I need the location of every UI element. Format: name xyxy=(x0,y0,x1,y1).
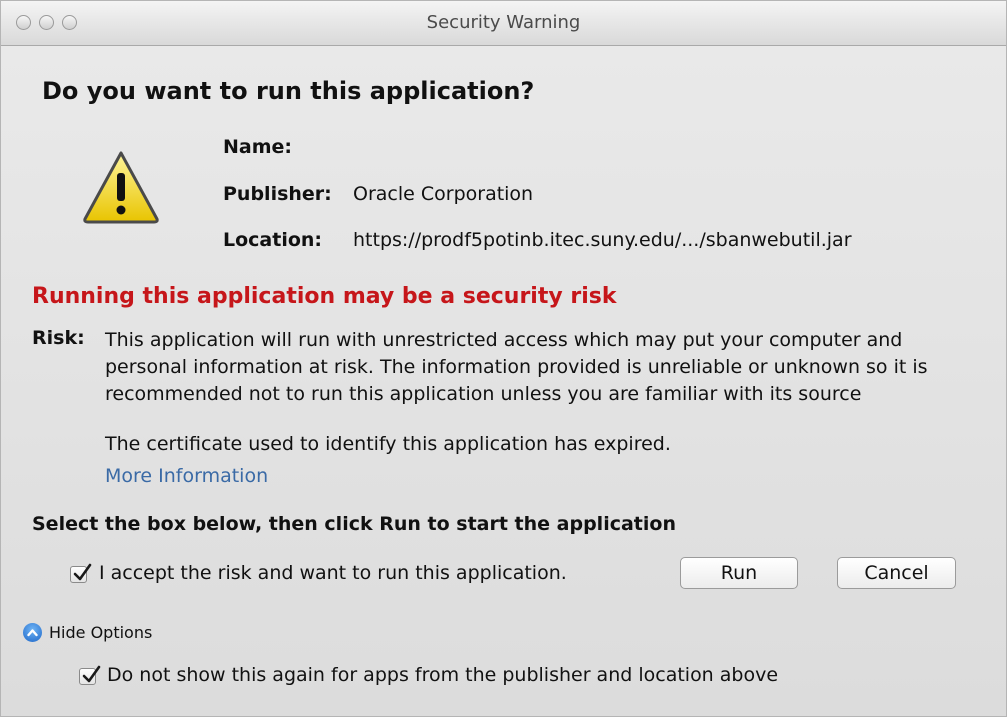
risk-title: Running this application may be a securi… xyxy=(32,284,617,309)
window-title: Security Warning xyxy=(426,12,581,33)
dont-show-again-checkbox[interactable] xyxy=(79,665,101,685)
checkmark-icon xyxy=(82,665,101,683)
name-label: Name: xyxy=(223,136,293,158)
accept-risk-checkbox[interactable] xyxy=(70,563,92,583)
chevron-up-icon[interactable] xyxy=(23,623,42,642)
location-value: https://prodf5potinb.itec.suny.edu/.../s… xyxy=(353,229,852,251)
location-row: Location: https://prodf5potinb.itec.suny.… xyxy=(223,229,852,251)
publisher-value: Oracle Corporation xyxy=(353,183,534,205)
certificate-expired-text: The certificate used to identify this ap… xyxy=(105,433,671,455)
security-warning-window: Security Warning Do you want to run this… xyxy=(0,0,1007,717)
location-label: Location: xyxy=(223,229,323,251)
more-information-link[interactable]: More Information xyxy=(105,465,268,487)
title-bar: Security Warning xyxy=(1,1,1006,46)
hide-options-toggle[interactable]: Hide Options xyxy=(49,623,152,642)
publisher-row: Publisher: Oracle Corporation xyxy=(223,183,533,205)
publisher-label: Publisher: xyxy=(223,183,332,205)
risk-label: Risk: xyxy=(32,327,85,349)
dialog-heading: Do you want to run this application? xyxy=(42,77,535,105)
dont-show-again-label[interactable]: Do not show this again for apps from the… xyxy=(107,664,778,686)
cancel-button[interactable]: Cancel xyxy=(837,557,956,589)
run-button[interactable]: Run xyxy=(680,557,798,589)
checkmark-icon xyxy=(73,563,92,581)
name-row: Name: xyxy=(223,136,353,158)
accept-risk-label[interactable]: I accept the risk and want to run this a… xyxy=(99,562,567,584)
risk-description: This application will run with unrestric… xyxy=(105,329,928,405)
warning-icon xyxy=(81,149,161,229)
select-instruction: Select the box below, then click Run to … xyxy=(32,513,676,535)
